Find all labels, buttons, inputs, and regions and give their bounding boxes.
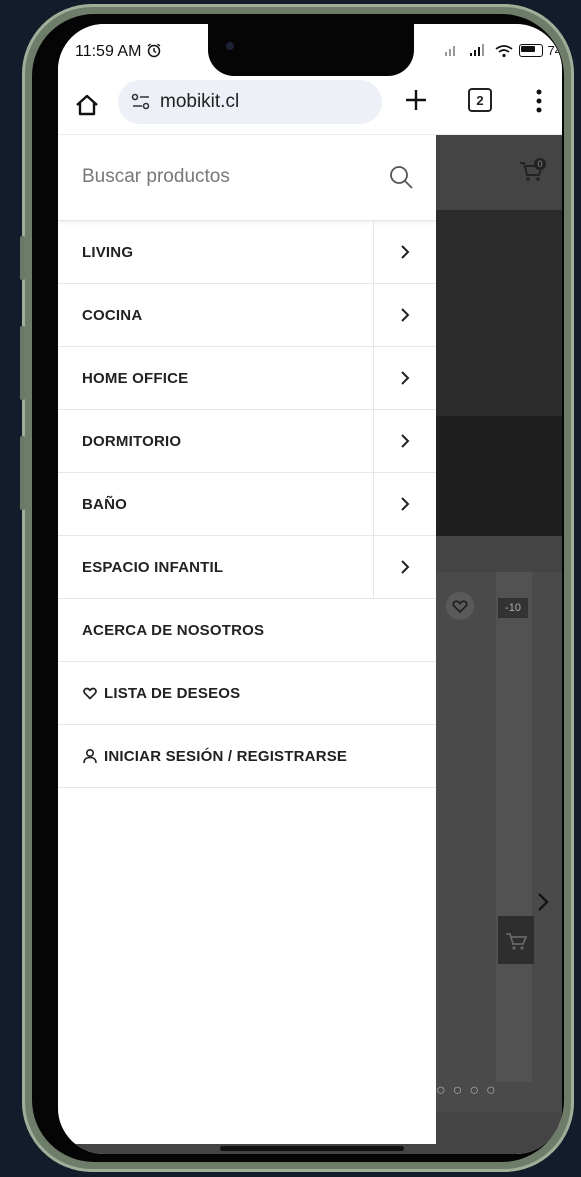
add-to-cart-icon [506, 933, 528, 950]
submenu-toggle[interactable] [373, 473, 436, 535]
menu-item-living[interactable]: LIVING [58, 221, 436, 284]
menu-item-label-wrap: INICIAR SESIÓN / REGISTRARSE [82, 748, 347, 765]
camera-icon [226, 42, 234, 50]
chevron-right-icon [401, 308, 410, 322]
url-text: mobikit.cl [160, 91, 240, 112]
browser-toolbar: mobikit.cl 2 [58, 76, 562, 135]
menu-item-label: BAÑO [82, 495, 127, 513]
search-input[interactable]: Buscar productos [82, 166, 230, 188]
chevron-right-icon [401, 497, 410, 511]
phone-volume-up [20, 326, 25, 400]
home-icon[interactable] [72, 90, 102, 120]
status-icons: 74 [444, 43, 562, 58]
battery-icon [518, 44, 543, 57]
signal-icon [444, 46, 455, 56]
heart-icon [83, 687, 97, 700]
menu-item-label: COCINA [82, 306, 143, 324]
discount-badge: -10 [498, 598, 528, 618]
menu-item-home-office[interactable]: HOME OFFICE [58, 347, 436, 410]
menu-item-dormitorio[interactable]: DORMITORIO [58, 410, 436, 473]
address-bar[interactable]: mobikit.cl [118, 80, 382, 124]
menu-item-label: LISTA DE DESEOS [104, 684, 241, 702]
menu-item-lista-de-deseos[interactable]: LISTA DE DESEOS [58, 662, 436, 725]
alarm-icon [147, 43, 161, 58]
submenu-toggle[interactable] [373, 284, 436, 346]
menu-item-label: DORMITORIO [82, 432, 182, 450]
status-time: 11:59 AM [75, 42, 162, 61]
search-icon[interactable] [388, 164, 414, 190]
menu-item-bano[interactable]: BAÑO [58, 473, 436, 536]
hero-band [436, 416, 562, 536]
menu-item-iniciar-sesion[interactable]: INICIAR SESIÓN / REGISTRARSE [58, 725, 436, 788]
menu-item-label-wrap: LISTA DE DESEOS [82, 685, 240, 702]
search-bar[interactable]: Buscar productos [58, 134, 436, 221]
phone-screen: 11:59 AM 74 mobikit.cl 2 -10 0 ○○○○ Busc… [58, 24, 562, 1154]
more-menu-icon[interactable] [534, 88, 544, 114]
chevron-right-icon [401, 434, 410, 448]
user-icon [83, 748, 97, 764]
phone-side-button [20, 236, 25, 280]
carousel-next-icon [538, 893, 549, 911]
site-settings-icon[interactable] [130, 91, 152, 113]
cart-icon: 0 [520, 158, 546, 181]
signal-icon-2 [469, 44, 484, 56]
menu-item-cocina[interactable]: COCINA [58, 284, 436, 347]
submenu-toggle[interactable] [373, 410, 436, 472]
carousel-dots: ○○○○ [436, 1082, 503, 1099]
new-tab-icon[interactable] [402, 86, 430, 114]
product-card-secondary [496, 572, 532, 1082]
menu-item-label: ACERCA DE NOSOTROS [82, 621, 265, 639]
submenu-toggle[interactable] [373, 221, 436, 283]
menu-item-label: ESPACIO INFANTIL [82, 558, 224, 576]
menu-item-label: LIVING [82, 243, 134, 261]
menu-item-label: INICIAR SESIÓN / REGISTRARSE [104, 747, 348, 765]
submenu-toggle[interactable] [373, 347, 436, 409]
chevron-right-icon [401, 560, 410, 574]
wifi-icon [495, 44, 513, 57]
menu-item-label: HOME OFFICE [82, 369, 189, 387]
cart-count: 0 [537, 159, 542, 169]
add-to-cart-button-bg [498, 916, 534, 964]
notch [208, 24, 414, 76]
tab-switcher-button[interactable]: 2 [468, 88, 492, 112]
phone-volume-down [20, 436, 25, 510]
hero-image [436, 210, 562, 416]
chevron-right-icon [401, 245, 410, 259]
battery-level: 74 [547, 43, 562, 58]
wishlist-heart-icon [446, 592, 474, 620]
menu-item-espacio-infantil[interactable]: ESPACIO INFANTIL [58, 536, 436, 599]
side-drawer: Buscar productos LIVING COCINA HOME OFFI… [58, 134, 436, 1144]
tab-count: 2 [476, 92, 484, 108]
home-indicator[interactable] [220, 1146, 404, 1151]
menu-item-acerca-de-nosotros[interactable]: ACERCA DE NOSOTROS [58, 599, 436, 662]
chevron-right-icon [401, 371, 410, 385]
submenu-toggle[interactable] [373, 536, 436, 598]
